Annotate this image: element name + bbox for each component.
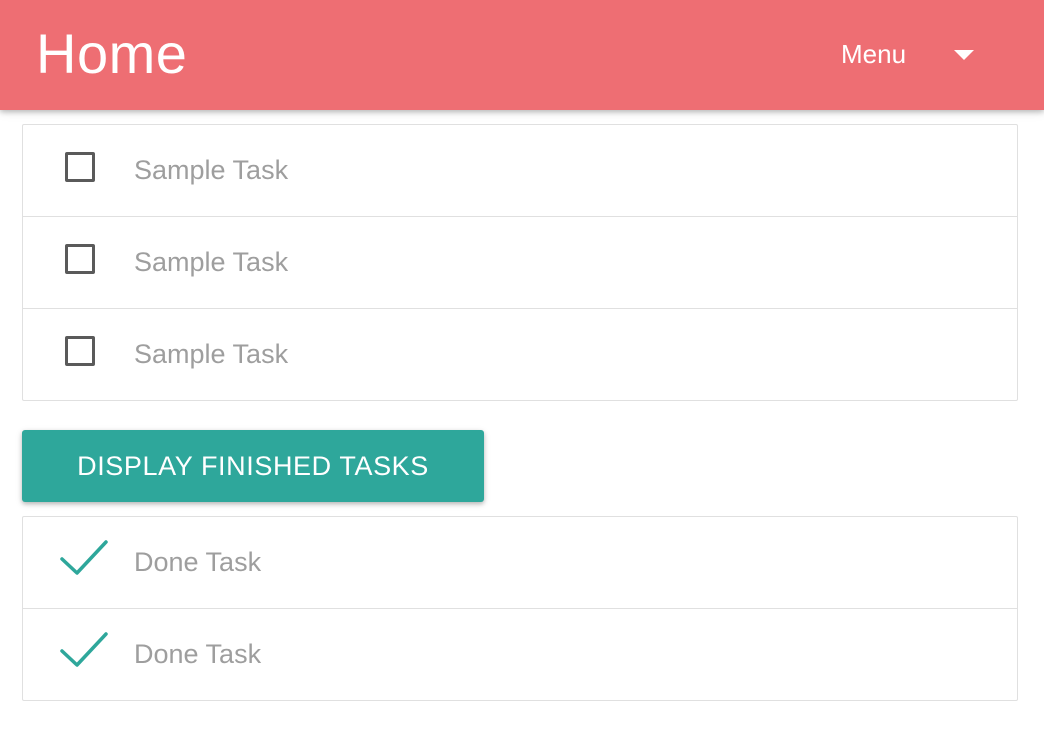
checkmark-icon [60, 632, 108, 667]
task-label: Sample Task [134, 339, 289, 369]
task-item: Sample Task [23, 217, 1017, 309]
finished-task-list: Done Task Done Task [22, 516, 1018, 701]
menu-dropdown-trigger[interactable]: Menu [820, 26, 1010, 82]
task-checkbox[interactable] [65, 244, 95, 274]
pending-task-list: Sample Task Sample Task Sample Task [22, 124, 1018, 401]
task-checkbox[interactable] [65, 152, 95, 182]
menu-label: Menu [841, 38, 907, 69]
app-bar: Home Menu [0, 0, 1044, 110]
task-label: Sample Task [134, 155, 289, 185]
task-item: Sample Task [23, 125, 1017, 217]
task-label: Sample Task [134, 247, 289, 277]
done-task-item: Done Task [23, 609, 1017, 700]
done-task-label: Done Task [134, 547, 262, 577]
page-title: Home [36, 22, 188, 85]
done-task-label: Done Task [134, 639, 262, 669]
chevron-down-icon [954, 50, 974, 60]
task-checkbox[interactable] [65, 336, 95, 366]
done-task-item: Done Task [23, 517, 1017, 609]
checkmark-icon [60, 540, 108, 575]
display-finished-tasks-button[interactable]: DISPLAY FINISHED TASKS [22, 430, 484, 502]
task-item: Sample Task [23, 309, 1017, 400]
